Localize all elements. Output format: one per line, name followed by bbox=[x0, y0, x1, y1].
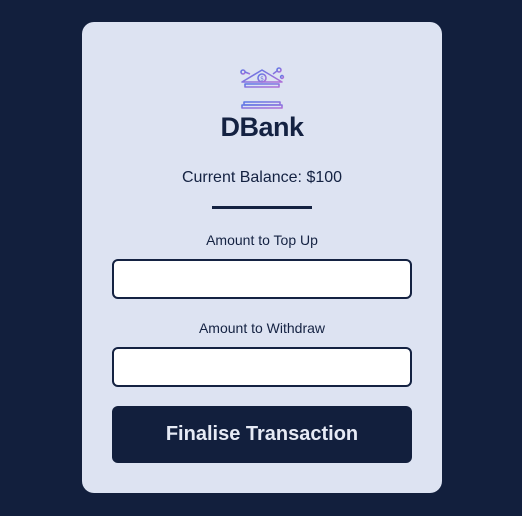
brand-name: DBank bbox=[220, 112, 304, 142]
withdraw-amount-input[interactable] bbox=[112, 347, 412, 387]
transaction-card: $ DBank Current Balance: $100 Amount to … bbox=[82, 22, 442, 493]
topup-amount-input[interactable] bbox=[112, 259, 412, 299]
withdraw-label: Amount to Withdraw bbox=[198, 320, 326, 336]
svg-text:$: $ bbox=[260, 76, 264, 83]
topup-label: Amount to Top Up bbox=[206, 232, 318, 248]
current-balance: Current Balance: $100 bbox=[181, 169, 343, 186]
divider bbox=[212, 206, 312, 209]
finalise-transaction-button[interactable]: Finalise Transaction bbox=[112, 406, 412, 463]
bank-building-icon: $ bbox=[240, 67, 285, 109]
